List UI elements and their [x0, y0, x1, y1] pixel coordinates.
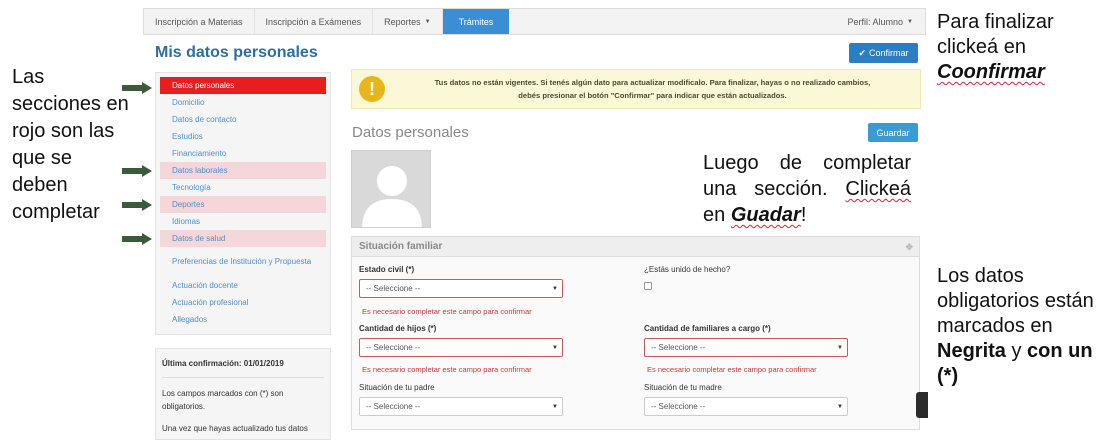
situacion-madre-label: Situación de tu madre	[644, 383, 722, 392]
avatar-placeholder[interactable]	[351, 150, 431, 228]
sidebar-item-estudios[interactable]: Estudios	[160, 128, 326, 145]
annotation-text: en	[703, 204, 726, 226]
sidebar-item-allegados[interactable]: Allegados	[160, 311, 326, 328]
annotation-finalize: Para finalizar clickeá en Coonfirmar	[937, 10, 1097, 85]
cantidad-hijos-select[interactable]: -- Seleccione -- ▼	[359, 338, 563, 357]
sidebar: Datos personales Domicilio Datos de cont…	[155, 72, 331, 335]
caret-down-icon: ▼	[424, 18, 431, 25]
sidebar-item-tecnologia[interactable]: Tecnología	[160, 179, 326, 196]
caret-down-icon: ▼	[837, 344, 843, 351]
situacion-padre-select[interactable]: -- Seleccione -- ▼	[359, 397, 563, 416]
sidebar-item-deportes[interactable]: Deportes	[160, 196, 326, 213]
cantidad-familiares-label: Cantidad de familiares a cargo (*)	[644, 324, 771, 333]
profile-label: Perfil: Alumno	[847, 16, 904, 27]
caret-down-icon: ▼	[552, 403, 558, 410]
info-box: Última confirmación: 01/01/2019 Los camp…	[155, 348, 331, 440]
warning-alert: ! Tus datos no están vigentes. Si tenés …	[351, 69, 921, 109]
annotation-bold: Guadar	[730, 204, 801, 226]
nav-inscripcion-examenes[interactable]: Inscripción a Exámenes	[255, 9, 374, 34]
caret-down-icon: ▼	[552, 344, 558, 351]
confirm-button[interactable]: ✔ Confirmar	[849, 43, 918, 63]
annotation-left: Las secciones en rojo son las que se deb…	[12, 64, 132, 226]
warning-line: debés presionar el botón "Confirmar" par…	[518, 91, 787, 100]
nav-tramites[interactable]: Trámites	[442, 9, 510, 34]
situacion-madre-select[interactable]: -- Seleccione -- ▼	[644, 397, 848, 416]
estado-civil-label: Estado civil (*)	[359, 265, 415, 274]
warning-icon: !	[359, 76, 385, 102]
select-value: -- Seleccione --	[366, 402, 421, 411]
select-value: -- Seleccione --	[366, 284, 421, 293]
info-text: Una vez que hayas actualizado tus datos	[162, 424, 308, 433]
sidebar-item-datos-salud[interactable]: Datos de salud	[160, 230, 326, 247]
sidebar-item-domicilio[interactable]: Domicilio	[160, 94, 326, 111]
arrow-icon	[122, 165, 152, 177]
annotation-left-text: Las secciones en rojo son las que se deb…	[12, 66, 129, 223]
estado-civil-select[interactable]: -- Seleccione -- ▼	[359, 279, 563, 298]
annotation-save: Luego de completar una sección. Clickeá …	[703, 150, 911, 228]
sidebar-item-actuacion-docente[interactable]: Actuación docente	[160, 277, 326, 294]
sidebar-item-preferencias[interactable]: Preferencias de Institución y Propuesta	[160, 247, 326, 277]
annotation-line: Para finalizar	[937, 11, 1054, 33]
save-button[interactable]: Guardar	[868, 123, 918, 142]
sidebar-item-actuacion-profesional[interactable]: Actuación profesional	[160, 294, 326, 311]
check-icon: ✔	[858, 47, 867, 58]
cantidad-hijos-label: Cantidad de hijos (*)	[359, 324, 437, 333]
select-value: -- Seleccione --	[366, 343, 421, 352]
situacion-familiar-panel: Situación familiar ✥ Estado civil (*) --…	[351, 236, 920, 430]
sidebar-item-idiomas[interactable]: Idiomas	[160, 213, 326, 230]
warning-text: Tus datos no están vigentes. Si tenés al…	[385, 76, 920, 102]
sidebar-item-datos-personales[interactable]: Datos personales	[160, 77, 326, 94]
nav-inscripcion-materias[interactable]: Inscripción a Materias	[144, 9, 255, 34]
caret-down-icon: ▼	[552, 285, 558, 292]
annotation-required: Los datos obligatorios están marcados en…	[937, 264, 1097, 389]
select-value: -- Seleccione --	[651, 402, 706, 411]
error-message: Es necesario completar este campo para c…	[647, 365, 817, 374]
page-title: Mis datos personales	[155, 44, 318, 61]
error-message: Es necesario completar este campo para c…	[362, 365, 532, 374]
warning-line: Tus datos no están vigentes. Si tenés al…	[434, 78, 871, 87]
confirm-button-label: Confirmar	[869, 48, 909, 58]
cantidad-familiares-select[interactable]: -- Seleccione -- ▼	[644, 338, 848, 357]
arrow-icon	[122, 82, 152, 94]
annotation-bold: Coonfirmar	[937, 61, 1045, 83]
annotation-text: !	[800, 204, 807, 226]
annotation-text: Los datos obligatorios están marcados en	[937, 265, 1094, 337]
unido-hecho-label: ¿Estás unido de hecho?	[644, 265, 731, 274]
panel-header: Situación familiar ✥	[352, 237, 919, 257]
nav-reportes[interactable]: Reportes ▼	[373, 9, 443, 34]
annotation-line: clickeá en	[937, 36, 1026, 58]
situacion-padre-label: Situación de tu padre	[359, 383, 435, 392]
side-widget-tab[interactable]	[916, 392, 928, 418]
arrow-icon	[122, 233, 152, 245]
info-text: Los campos marcados con (*) son obligato…	[162, 389, 284, 411]
unido-hecho-checkbox[interactable]	[644, 282, 652, 290]
nav-reportes-label: Reportes	[384, 16, 421, 27]
sidebar-item-datos-contacto[interactable]: Datos de contacto	[160, 111, 326, 128]
annotation-text: y	[1011, 340, 1022, 362]
top-navbar: Inscripción a Materias Inscripción a Exá…	[143, 8, 926, 35]
sidebar-item-financiamiento[interactable]: Financiamiento	[160, 145, 326, 162]
section-title: Datos personales	[352, 124, 469, 141]
profile-menu[interactable]: Perfil: Alumno ▼	[848, 9, 925, 34]
caret-down-icon: ▼	[907, 18, 913, 25]
last-confirmation: Última confirmación: 01/01/2019	[162, 359, 324, 378]
error-message: Es necesario completar este campo para c…	[362, 307, 532, 316]
user-icon	[352, 151, 430, 227]
annotation-text: Clickeá	[845, 178, 911, 200]
sidebar-item-datos-laborales[interactable]: Datos laborales	[160, 162, 326, 179]
caret-down-icon: ▼	[837, 403, 843, 410]
select-value: -- Seleccione --	[651, 343, 706, 352]
panel-title: Situación familiar	[359, 241, 443, 252]
annotation-bold: Negrita	[937, 340, 1006, 362]
move-icon[interactable]: ✥	[905, 242, 913, 253]
arrow-icon	[122, 199, 152, 211]
